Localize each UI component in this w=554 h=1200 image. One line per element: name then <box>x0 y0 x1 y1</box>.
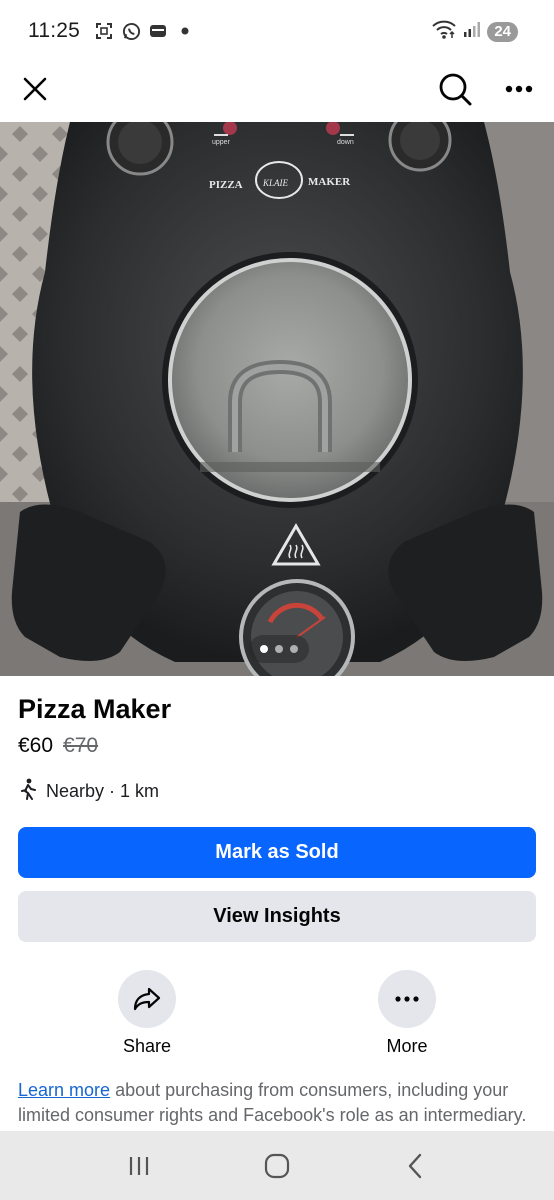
battery-icon: 24 <box>487 21 518 42</box>
listing-title: Pizza Maker <box>18 694 172 724</box>
close-button[interactable] <box>12 66 58 112</box>
photo-pager[interactable] <box>249 635 309 663</box>
brand-logo: KLAIE <box>262 178 289 188</box>
price-current: €60 <box>18 734 54 757</box>
screenshot-icon <box>94 21 114 41</box>
pager-dot-3[interactable] <box>290 645 298 653</box>
share-button[interactable] <box>118 970 176 1028</box>
pager-dot-1[interactable] <box>260 645 268 653</box>
pager-dot-2[interactable] <box>275 645 283 653</box>
back-icon <box>408 1153 422 1178</box>
pizza-maker-image: upper down PIZZA KLAIE MAKER <box>0 122 554 676</box>
status-time: 11:25 <box>28 19 80 42</box>
wifi-icon <box>431 18 457 45</box>
brand-right: MAKER <box>308 176 351 188</box>
home-button[interactable] <box>257 1146 297 1186</box>
brand-left: PIZZA <box>209 179 243 191</box>
label-down: down <box>337 139 354 146</box>
more-icon <box>505 85 533 93</box>
status-icons-left <box>94 21 195 41</box>
recent-apps-button[interactable] <box>119 1146 159 1186</box>
more-button[interactable] <box>496 66 542 112</box>
more-label: More <box>386 1036 428 1056</box>
signal-icon <box>463 20 481 43</box>
location-row: Nearby · 1 km <box>18 778 159 805</box>
consumer-disclaimer: Learn more about purchasing from consume… <box>18 1078 538 1128</box>
more-horizontal-icon <box>395 996 419 1002</box>
more-options-button[interactable] <box>378 970 436 1028</box>
listing-photo[interactable]: upper down PIZZA KLAIE MAKER <box>0 122 554 676</box>
share-icon <box>133 987 161 1011</box>
price-old: €70 <box>63 734 99 757</box>
share-action[interactable]: Share <box>97 970 197 1057</box>
view-insights-button[interactable]: View Insights <box>18 891 536 942</box>
search-button[interactable] <box>432 66 478 112</box>
wallet-icon <box>148 21 168 41</box>
location-text: Nearby · 1 km <box>46 781 160 801</box>
learn-more-link[interactable]: Learn more <box>18 1080 110 1100</box>
more-action[interactable]: More <box>357 970 457 1057</box>
dot-icon <box>175 21 195 41</box>
label-upper: upper <box>212 139 231 146</box>
price-row: €60 €70 <box>18 734 98 758</box>
status-icons-right: 24 <box>431 18 518 45</box>
status-bar: 11:25 24 <box>0 0 554 62</box>
home-icon <box>264 1153 290 1178</box>
mark-as-sold-button[interactable]: Mark as Sold <box>18 827 536 878</box>
whatsapp-icon <box>121 21 141 41</box>
android-nav-bar <box>0 1131 554 1200</box>
close-icon <box>23 77 47 101</box>
walking-person-icon <box>18 778 38 805</box>
top-nav <box>0 62 554 122</box>
share-label: Share <box>122 1036 172 1056</box>
search-icon <box>439 73 472 106</box>
back-button[interactable] <box>395 1146 435 1186</box>
recent-apps-icon <box>129 1156 149 1175</box>
